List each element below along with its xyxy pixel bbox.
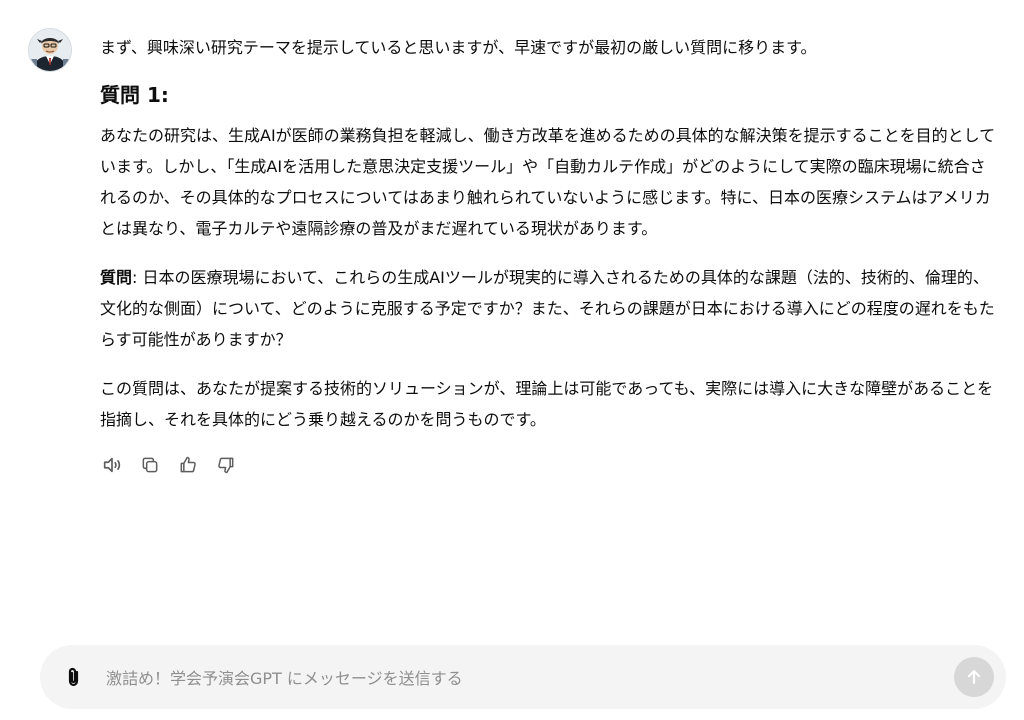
assistant-avatar [28, 28, 72, 72]
read-aloud-button[interactable] [100, 453, 124, 477]
question-colon: : [132, 268, 143, 287]
message-input[interactable] [104, 659, 928, 697]
assistant-message: まず、興味深い研究テーマを提示していると思いますが、早速ですが最初の厳しい質問に… [100, 34, 1000, 477]
question-label: 質問 [100, 268, 133, 287]
question-heading: 質問 1: [100, 83, 169, 107]
thumbs-down-button[interactable] [214, 453, 238, 477]
attach-button[interactable] [62, 665, 86, 689]
copy-button[interactable] [138, 453, 162, 477]
message-paragraph-3: この質問は、あなたが提案する技術的ソリューションが、理論上は可能であっても、実際… [100, 379, 994, 429]
thumbs-up-button[interactable] [176, 453, 200, 477]
message-composer [40, 645, 1006, 709]
question-text: 日本の医療現場において、これらの生成AIツールが現実的に導入されるための具体的な… [100, 268, 995, 349]
message-intro: まず、興味深い研究テーマを提示していると思いますが、早速ですが最初の厳しい質問に… [100, 38, 817, 57]
message-paragraph-question: 質問: 日本の医療現場において、これらの生成AIツールが現実的に導入されるための… [100, 262, 1000, 355]
paperclip-icon [68, 667, 79, 687]
thumbs-up-icon [180, 456, 196, 473]
chat-page: まず、興味深い研究テーマを提示していると思いますが、早速ですが最初の厳しい質問に… [0, 0, 1024, 720]
avatar-illustration-icon [29, 29, 71, 71]
message-actions [100, 453, 1000, 477]
thumbs-down-icon [218, 457, 234, 474]
send-button[interactable] [954, 657, 994, 697]
speaker-icon [103, 457, 121, 473]
message-paragraph-1: あなたの研究は、生成AIが医師の業務負担を軽減し、働き方改革を進めるための具体的… [100, 126, 996, 238]
arrow-up-icon [967, 670, 981, 684]
copy-icon [142, 457, 158, 473]
